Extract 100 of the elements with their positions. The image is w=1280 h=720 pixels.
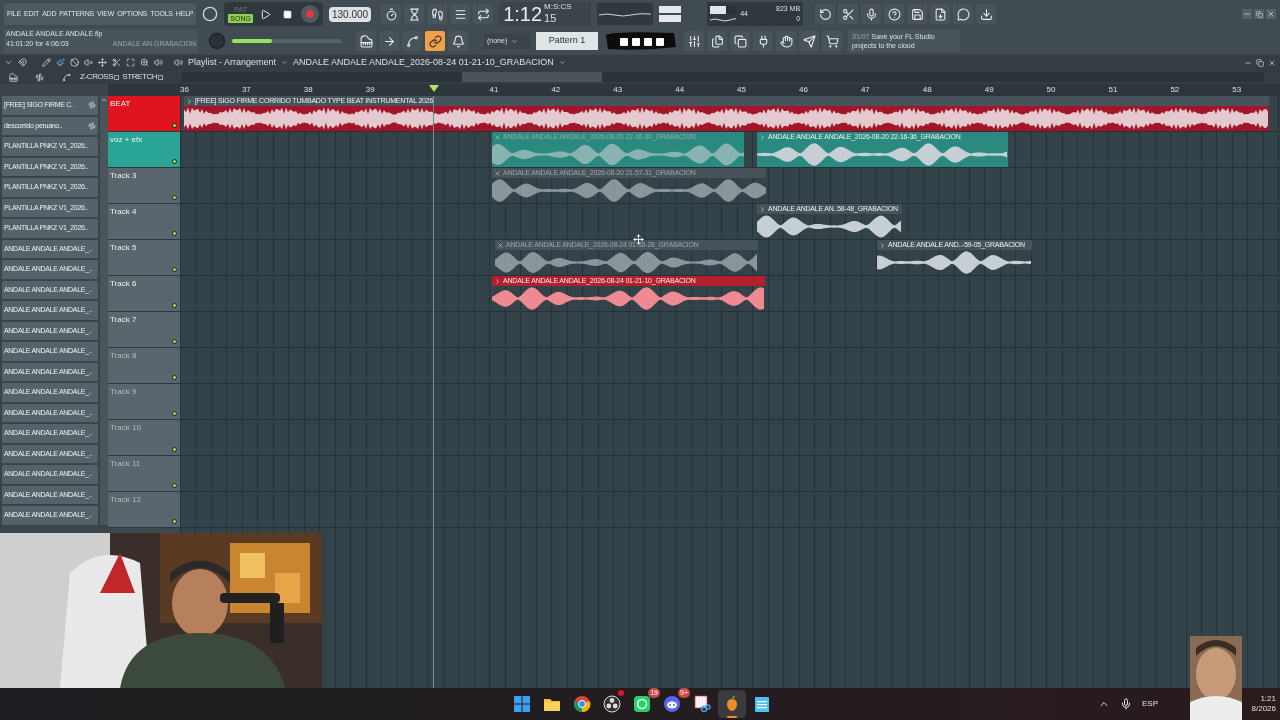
track-name: Track 3: [110, 170, 137, 182]
track-header[interactable]: Track 6: [108, 276, 180, 312]
export-tool-button[interactable]: [930, 4, 951, 24]
send-tool-button[interactable]: [799, 31, 819, 51]
help-tool-button[interactable]: [884, 4, 905, 24]
pattern-selector[interactable]: Pattern 1: [536, 32, 598, 50]
close-icon[interactable]: [1268, 58, 1276, 67]
master-volume-slider[interactable]: [232, 39, 342, 43]
plug-tool-button[interactable]: [753, 31, 773, 51]
scroll-up-icon[interactable]: [100, 96, 108, 104]
browser-tool-button[interactable]: [707, 31, 727, 51]
slice-icon[interactable]: [112, 58, 121, 67]
mute-icon[interactable]: [494, 169, 501, 177]
track-enable-icon[interactable]: [172, 411, 177, 416]
chat-icon: [956, 7, 970, 21]
track-header[interactable]: Track 5: [108, 240, 180, 276]
loop-tool-button[interactable]: [473, 4, 494, 24]
language-indicator[interactable]: ESP: [1142, 698, 1172, 710]
delete-icon[interactable]: [70, 58, 79, 67]
track-header[interactable]: Track 7: [108, 312, 180, 348]
track-enable-icon[interactable]: [172, 303, 177, 308]
track-enable-icon[interactable]: [172, 519, 177, 524]
save-tool-button[interactable]: [907, 4, 928, 24]
mute-tool-icon[interactable]: [84, 58, 93, 67]
track-enable-icon[interactable]: [172, 267, 177, 272]
select-icon[interactable]: [126, 58, 135, 67]
track-enable-icon[interactable]: [172, 231, 177, 236]
help-icon: [887, 7, 901, 21]
track-enable-icon[interactable]: [172, 447, 177, 452]
pitch-knob-icon[interactable]: [202, 6, 219, 22]
track-enable-icon[interactable]: [172, 159, 177, 164]
step-tool-button[interactable]: [450, 4, 471, 24]
brush-icon[interactable]: [56, 58, 65, 67]
mixer-tool-button[interactable]: [684, 31, 704, 51]
keyboard-icon[interactable]: [8, 72, 18, 82]
chat-tool-button[interactable]: [953, 4, 974, 24]
overview-scrollbar[interactable]: [182, 72, 1264, 82]
bell-tool-button[interactable]: [448, 31, 468, 51]
option-checkbox[interactable]: [158, 74, 164, 80]
track-enable-icon[interactable]: [172, 375, 177, 380]
track-header[interactable]: Track 12: [108, 492, 180, 528]
touch-tool-button[interactable]: [776, 31, 796, 51]
option-checkbox[interactable]: [114, 74, 120, 80]
selected-clip-title[interactable]: ANDALE ANDALE ANDALE_2026-08-24 01-21-10_GRABACION: [293, 55, 554, 70]
copy-tool-button[interactable]: [730, 31, 750, 51]
automation-icon[interactable]: [62, 72, 72, 82]
magnet-icon[interactable]: [18, 58, 27, 67]
undo-tool-button[interactable]: [815, 4, 836, 24]
track-name: BEAT: [110, 98, 131, 110]
cart-tool-button[interactable]: [822, 31, 842, 51]
mute-icon[interactable]: [497, 241, 504, 249]
download-tool-button[interactable]: [976, 4, 997, 24]
mic-tool-button[interactable]: [861, 4, 882, 24]
playlist-title[interactable]: Playlist - Arrangement: [188, 55, 277, 70]
clip-menu-icon[interactable]: [494, 277, 501, 285]
restore-button[interactable]: [1254, 9, 1264, 19]
clip-menu-icon[interactable]: [759, 133, 766, 141]
track-header[interactable]: Track 8: [108, 348, 180, 384]
clip-menu-icon[interactable]: [879, 241, 886, 249]
windows-icon: [513, 695, 531, 713]
track-enable-icon[interactable]: [172, 483, 177, 488]
track-header[interactable]: Track 11: [108, 456, 180, 492]
pencil-icon[interactable]: [42, 58, 51, 67]
arrow-tool-button[interactable]: [379, 31, 399, 51]
track-name: Track 12: [110, 494, 141, 506]
track-header[interactable]: Track 4: [108, 204, 180, 240]
clock-date[interactable]: 8/2026: [1251, 704, 1276, 714]
track-enable-icon[interactable]: [172, 123, 177, 128]
tempo-field[interactable]: 130.000: [328, 6, 372, 22]
scroll-thumb[interactable]: [462, 72, 602, 82]
browser-scrollbar[interactable]: [100, 96, 108, 525]
chat-app-icon: [633, 695, 651, 713]
track-header[interactable]: Track 9: [108, 384, 180, 420]
track-header[interactable]: BEAT: [108, 96, 180, 132]
curve-tool-button[interactable]: [402, 31, 422, 51]
track-header[interactable]: Track 10: [108, 420, 180, 456]
microphone-icon[interactable]: [1120, 698, 1132, 710]
countdown-tool-button[interactable]: [427, 4, 448, 24]
close-button[interactable]: [1266, 9, 1276, 19]
clock-time[interactable]: 1:21: [1260, 694, 1276, 704]
track-header[interactable]: Track 3: [108, 168, 180, 204]
metronome-tool-button[interactable]: [381, 4, 402, 24]
link-tool-button[interactable]: [425, 31, 445, 51]
voice-chat-icon: [663, 695, 681, 713]
download-icon: [979, 7, 993, 21]
clip-menu-icon[interactable]: [186, 97, 193, 105]
clip-dropdown-icon[interactable]: [558, 59, 566, 66]
minimize-icon: [1243, 10, 1251, 18]
cut-tool-button[interactable]: [838, 4, 859, 24]
track-enable-icon[interactable]: [172, 195, 177, 200]
clip-menu-icon[interactable]: [759, 205, 766, 213]
bar-number: 44: [675, 84, 685, 96]
title-dropdown-icon[interactable]: [281, 59, 289, 66]
cut-icon: [841, 7, 855, 21]
audio-icon[interactable]: [35, 72, 45, 82]
track-enable-icon[interactable]: [172, 339, 177, 344]
wait-tool-button[interactable]: [404, 4, 425, 24]
piano-tool-button[interactable]: [356, 31, 376, 51]
detach-icon[interactable]: [1256, 58, 1264, 67]
zoom-icon[interactable]: [140, 58, 149, 67]
